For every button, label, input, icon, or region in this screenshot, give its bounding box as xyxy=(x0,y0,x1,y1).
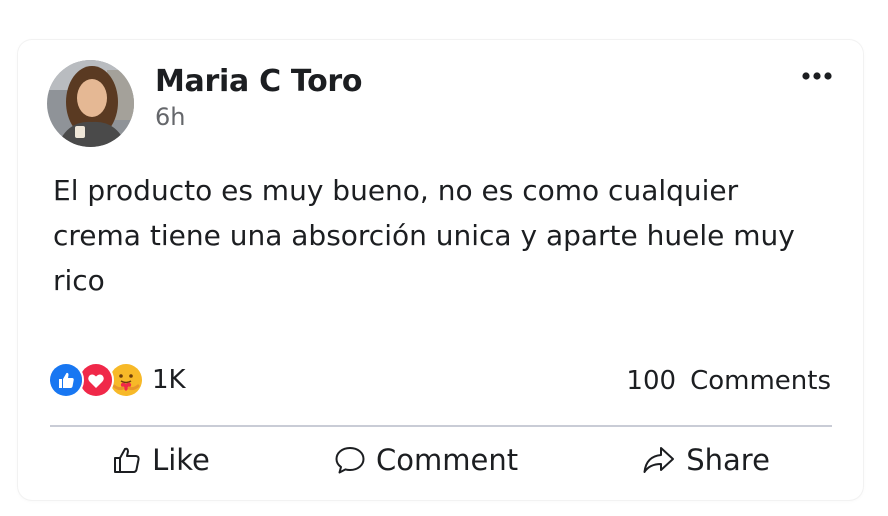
share-label: Share xyxy=(686,443,770,477)
post-text: El producto es muy bueno, no es como cua… xyxy=(53,174,795,297)
comments-count-label: Comments xyxy=(690,366,831,396)
avatar[interactable] xyxy=(47,60,134,147)
reactions-summary[interactable]: 1K xyxy=(48,362,186,398)
actions-divider xyxy=(50,425,832,427)
author-name[interactable]: Maria C Toro xyxy=(155,64,363,99)
like-icon xyxy=(48,362,84,398)
share-arrow-icon xyxy=(642,445,676,475)
like-button[interactable]: Like xyxy=(112,443,210,477)
comment-button[interactable]: Comment xyxy=(334,443,518,477)
more-options-icon[interactable] xyxy=(798,62,838,90)
comment-label: Comment xyxy=(376,443,519,477)
post-card: Maria C Toro 6h El producto es muy bueno… xyxy=(18,40,863,500)
reaction-count: 1K xyxy=(152,365,186,395)
like-label: Like xyxy=(152,443,210,477)
thumbs-up-icon xyxy=(112,445,142,475)
comments-count-link[interactable]: 100 Comments xyxy=(626,366,831,396)
post-actions-bar: Like Comment Share xyxy=(50,436,832,484)
comments-count-number: 100 xyxy=(626,366,677,396)
post-timestamp[interactable]: 6h xyxy=(155,103,185,131)
share-button[interactable]: Share xyxy=(642,443,770,477)
speech-bubble-icon xyxy=(334,445,366,475)
